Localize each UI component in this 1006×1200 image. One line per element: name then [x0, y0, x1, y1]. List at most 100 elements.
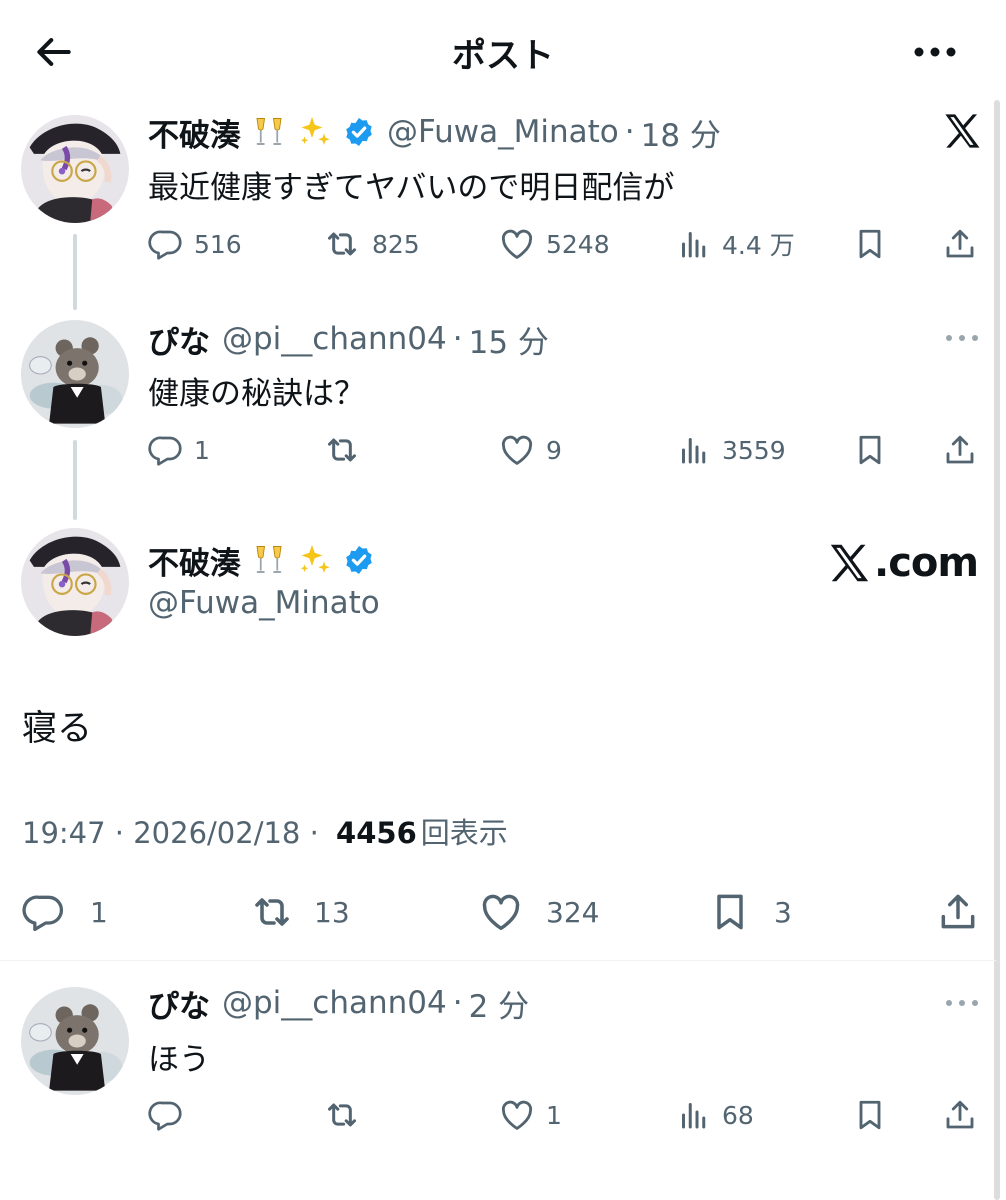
- share-button[interactable]: [936, 888, 980, 936]
- display-name[interactable]: ぴな: [148, 317, 210, 362]
- repost-button[interactable]: 825: [322, 224, 420, 264]
- post-text: 健康の秘訣は？: [148, 376, 365, 412]
- heart-icon: [498, 225, 536, 263]
- repost-icon: [322, 430, 362, 470]
- bookmark-icon: [852, 226, 888, 262]
- separator-dot: ·: [114, 816, 134, 850]
- avatar-image: [21, 987, 129, 1095]
- post-time[interactable]: 18 分: [641, 110, 721, 155]
- like-count: 1: [546, 1100, 562, 1130]
- views-chart-icon: [676, 432, 712, 468]
- post-time[interactable]: 15 分: [469, 317, 549, 362]
- like-count: 5248: [546, 229, 610, 259]
- like-button[interactable]: 5248: [498, 224, 610, 264]
- repost-button[interactable]: [322, 1095, 372, 1135]
- post-more-button[interactable]: [944, 993, 980, 1013]
- views-button[interactable]: 68: [676, 1095, 754, 1135]
- reply-icon: [148, 226, 184, 262]
- reply-button[interactable]: 1: [148, 430, 210, 470]
- user-handle[interactable]: @Fuwa_Minato: [387, 114, 619, 150]
- avatar[interactable]: [21, 987, 129, 1095]
- champagne-emoji-icon: [251, 114, 287, 150]
- share-button[interactable]: [942, 224, 978, 264]
- share-button[interactable]: [942, 1095, 978, 1135]
- views-count: 4.4 万: [722, 231, 795, 260]
- views-count: 3559: [722, 435, 786, 465]
- champagne-emoji-icon: [251, 542, 287, 578]
- scrollbar[interactable]: [994, 100, 1000, 1200]
- share-button[interactable]: [942, 430, 978, 470]
- views-count[interactable]: 4456: [336, 816, 417, 850]
- more-horizontal-icon: [914, 47, 956, 57]
- post-header: 不破湊 @Fuwa_Minato · 18 分: [148, 110, 721, 154]
- verified-badge-icon[interactable]: [343, 116, 375, 148]
- more-options-button[interactable]: [910, 32, 960, 72]
- like-count: 324: [546, 895, 600, 929]
- reply-count: 1: [194, 435, 210, 465]
- like-button[interactable]: 1: [498, 1095, 562, 1135]
- heart-icon: [478, 889, 524, 935]
- x-logo-icon: [941, 110, 983, 152]
- bookmark-button[interactable]: [852, 224, 888, 264]
- post-header: 不破湊: [148, 538, 375, 582]
- display-name[interactable]: ぴな: [148, 981, 210, 1026]
- display-name[interactable]: 不破湊: [148, 538, 241, 583]
- reply-icon: [22, 890, 66, 934]
- avatar-image: [21, 528, 129, 636]
- verified-badge-icon[interactable]: [343, 544, 375, 576]
- avatar-image: [21, 115, 129, 223]
- bookmark-icon: [852, 1097, 888, 1133]
- avatar[interactable]: [21, 320, 129, 428]
- like-count: 9: [546, 435, 562, 465]
- separator-dot: ·: [452, 321, 463, 357]
- post-header: ぴな @pi__chann04 · 2 分: [148, 981, 529, 1025]
- repost-icon: [322, 1095, 362, 1135]
- separator-dot: ·: [452, 985, 463, 1021]
- reply-count: 1: [90, 895, 108, 929]
- more-horizontal-icon: [946, 1000, 978, 1006]
- post-meta: 19:47 · 2026/02/18 · 4456 回表示: [22, 810, 508, 852]
- post-more-button[interactable]: [944, 328, 980, 348]
- like-button[interactable]: 324: [478, 888, 599, 936]
- post-time[interactable]: 19:47: [22, 816, 106, 850]
- views-button[interactable]: 4.4 万: [676, 224, 795, 264]
- repost-count: 825: [372, 229, 420, 259]
- post-time[interactable]: 2 分: [469, 981, 530, 1026]
- bookmark-button[interactable]: [852, 430, 888, 470]
- bookmark-icon: [852, 432, 888, 468]
- reply-button[interactable]: [148, 1095, 194, 1135]
- watermark-text: .com: [874, 540, 979, 586]
- sparkles-emoji-icon: [297, 542, 333, 578]
- bookmark-button[interactable]: 3: [708, 888, 792, 936]
- display-name[interactable]: 不破湊: [148, 110, 241, 155]
- views-chart-icon: [676, 1097, 712, 1133]
- reply-button[interactable]: 1: [22, 888, 108, 936]
- repost-button[interactable]: [322, 430, 372, 470]
- divider: [0, 960, 996, 961]
- repost-button[interactable]: 13: [248, 888, 350, 936]
- user-handle[interactable]: @Fuwa_Minato: [148, 585, 380, 621]
- reply-button[interactable]: 516: [148, 224, 242, 264]
- avatar[interactable]: [21, 115, 129, 223]
- user-handle[interactable]: @pi__chann04: [222, 985, 447, 1021]
- share-icon: [936, 890, 980, 934]
- avatar[interactable]: [21, 528, 129, 636]
- reply-count: 516: [194, 229, 242, 259]
- like-button[interactable]: 9: [498, 430, 562, 470]
- post-text: 寝る: [22, 709, 93, 749]
- page-title: ポスト: [452, 36, 554, 76]
- x-logo-icon: [826, 540, 872, 586]
- repost-icon: [248, 888, 296, 936]
- user-handle[interactable]: @pi__chann04: [222, 321, 447, 357]
- views-button[interactable]: 3559: [676, 430, 786, 470]
- bookmark-icon: [708, 890, 752, 934]
- heart-icon: [498, 1096, 536, 1134]
- post-date[interactable]: 2026/02/18: [133, 816, 300, 850]
- bookmark-count: 3: [774, 895, 792, 929]
- repost-icon: [322, 224, 362, 264]
- share-icon: [942, 1097, 978, 1133]
- sparkles-emoji-icon: [297, 114, 333, 150]
- reply-icon: [148, 1097, 184, 1133]
- avatar-image: [21, 320, 129, 428]
- bookmark-button[interactable]: [852, 1095, 888, 1135]
